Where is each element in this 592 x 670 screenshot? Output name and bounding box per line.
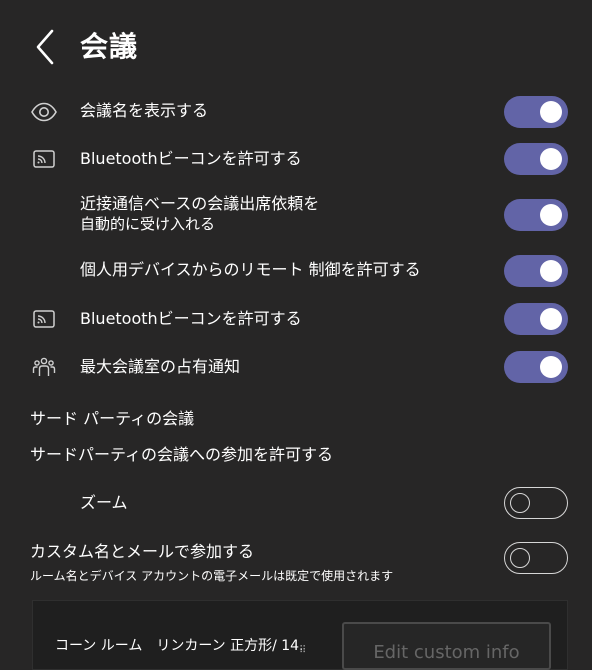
toggle-knob — [540, 148, 562, 170]
setting-label: Bluetoothビーコンを許可する — [80, 309, 302, 328]
setting-label-line-1: 近接通信ベースの会議出席依頼を — [80, 194, 320, 213]
cast-icon — [30, 145, 58, 173]
toggle-knob — [540, 204, 562, 226]
setting-row-zoom: ズーム — [0, 487, 592, 519]
setting-label: 個人用デバイスからのリモート 制御を許可する — [80, 260, 421, 279]
setting-row-remote-control: 個人用デバイスからのリモート 制御を許可する — [0, 255, 592, 287]
proximity-auto-accept-toggle[interactable] — [504, 199, 568, 231]
back-button[interactable] — [30, 28, 62, 66]
setting-row-max-occupancy: 最大会議室の占有通知 — [0, 351, 592, 383]
more-dots-icon: ⠿ — [299, 645, 307, 656]
show-meeting-name-toggle[interactable] — [504, 96, 568, 128]
setting-label: Bluetoothビーコンを許可する — [80, 149, 302, 168]
custom-join-description: ルーム名とデバイス アカウントの電子メールは既定で使用されます — [30, 569, 394, 583]
setting-label: 最大会議室の占有通知 — [80, 357, 241, 376]
custom-join-label: カスタム名とメールで参加する — [30, 542, 255, 561]
bluetooth-beacon-2-toggle[interactable] — [504, 303, 568, 335]
third-party-section-title: サード パーティの会議 — [30, 409, 195, 428]
cast-icon — [30, 305, 58, 333]
custom-info-card: コーン ルーム リンカーン 正方形/ 14. ⠿ Edit custom inf… — [32, 600, 568, 670]
custom-join-toggle[interactable] — [504, 542, 568, 574]
zoom-toggle[interactable] — [504, 487, 568, 519]
edit-custom-info-label: Edit custom info — [373, 642, 520, 663]
bluetooth-beacon-toggle[interactable] — [504, 143, 568, 175]
toggle-knob — [540, 308, 562, 330]
setting-row-bluetooth-beacon: Bluetoothビーコンを許可する — [0, 143, 592, 175]
chevron-left-icon — [36, 29, 54, 65]
toggle-knob — [540, 356, 562, 378]
third-party-allow-label: サードパーティの会議への参加を許可する — [30, 445, 334, 464]
setting-row-show-meeting-name: 会議名を表示する — [0, 96, 592, 128]
page-title: 会議 — [80, 30, 139, 63]
setting-row-bluetooth-beacon-2: Bluetoothビーコンを許可する — [0, 303, 592, 335]
setting-row-proximity-auto-accept: 近接通信ベースの会議出席依頼を 自動的に受け入れる — [0, 194, 592, 236]
toggle-knob — [540, 260, 562, 282]
setting-label: ズーム — [80, 493, 128, 512]
header: 会議 — [0, 0, 592, 94]
eye-icon — [30, 98, 58, 126]
setting-label: 会議名を表示する — [80, 101, 209, 120]
toggle-knob — [510, 492, 530, 513]
setting-label-line-2: 自動的に受け入れる — [80, 215, 216, 233]
setting-label: 近接通信ベースの会議出席依頼を 自動的に受け入れる — [80, 194, 380, 234]
toggle-knob — [510, 547, 530, 568]
room-label: コーン ルーム リンカーン 正方形/ 14. — [55, 638, 304, 654]
remote-control-toggle[interactable] — [504, 255, 568, 287]
toggle-knob — [540, 101, 562, 123]
people-group-icon — [30, 353, 58, 381]
max-occupancy-toggle[interactable] — [504, 351, 568, 383]
edit-custom-info-button[interactable]: Edit custom info — [342, 622, 551, 670]
